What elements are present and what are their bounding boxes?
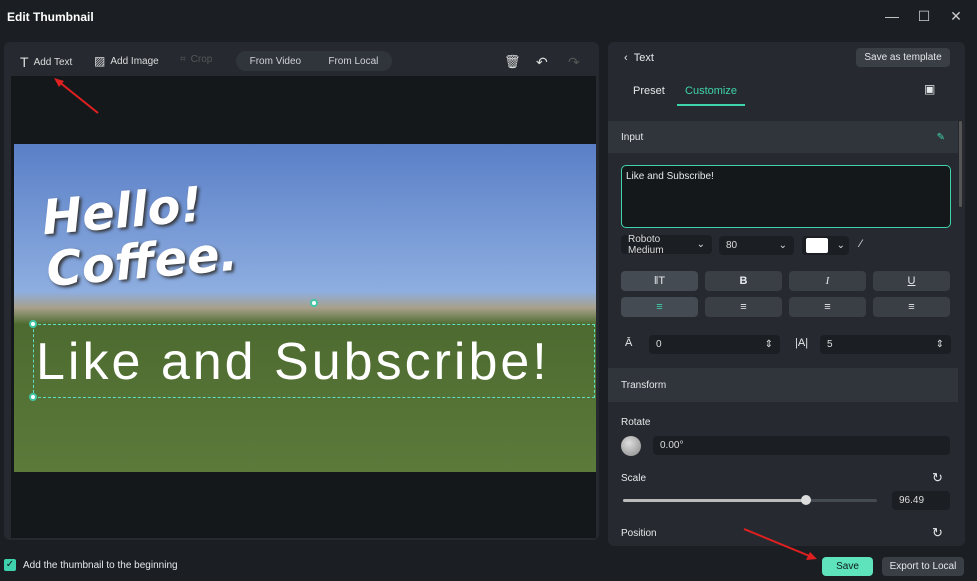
canvas-text-hello[interactable]: Hello! Coffee.	[40, 176, 240, 299]
char-spacing-icon: |A|	[795, 337, 809, 349]
save-preset-icon[interactable]: ▣	[924, 82, 935, 96]
resize-handle[interactable]	[29, 320, 37, 328]
eyedropper-icon[interactable]: ⁄	[860, 238, 862, 250]
checkbox-label: Add the thumbnail to the beginning	[23, 560, 178, 571]
line-spacing-icon: Ā	[625, 337, 633, 349]
maximize-button[interactable]: ☐	[914, 6, 934, 26]
scale-input[interactable]: 96.49	[892, 491, 950, 510]
position-label: Position	[621, 528, 657, 539]
from-local-button[interactable]: From Local	[328, 56, 378, 67]
back-button[interactable]: ‹ Text	[624, 52, 654, 64]
align-right-button[interactable]: ≡	[705, 297, 782, 317]
reset-position-icon[interactable]: ↻	[932, 525, 943, 541]
from-video-button[interactable]: From Video	[250, 56, 302, 67]
annotation-arrow	[743, 528, 817, 560]
input-section-header[interactable]: Input ✎	[608, 121, 958, 153]
bold-button[interactable]: B	[705, 271, 782, 291]
color-select[interactable]: ⌄	[802, 236, 849, 255]
trash-icon[interactable]: 🗑	[504, 54, 521, 70]
close-button[interactable]: ✕	[946, 6, 966, 26]
scrollbar[interactable]	[959, 121, 962, 207]
add-to-beginning-checkbox[interactable]: ✓	[4, 559, 16, 571]
source-toggle: From Video From Local	[236, 51, 392, 71]
ai-pen-icon[interactable]: ✎	[937, 132, 945, 143]
crop-icon: ⌗	[180, 54, 186, 65]
thumbnail-image[interactable]: Hello! Coffee. Like and Subscribe!	[14, 144, 596, 472]
tab-preset[interactable]: Preset	[633, 85, 665, 97]
minimize-button[interactable]: —	[882, 6, 902, 26]
underline-button[interactable]: U	[873, 271, 950, 291]
resize-handle[interactable]	[29, 393, 37, 401]
text-input[interactable]: Like and Subscribe!	[621, 165, 951, 228]
align-justify-button[interactable]: ≡	[873, 297, 950, 317]
align-left-button[interactable]: ≡	[621, 297, 698, 317]
rotate-label: Rotate	[621, 417, 651, 428]
rotate-dial[interactable]	[621, 436, 641, 456]
export-to-local-button[interactable]: Export to Local	[882, 557, 964, 576]
crop-button[interactable]: ⌗ Crop	[180, 54, 212, 65]
scale-label: Scale	[621, 473, 647, 484]
transform-section-header[interactable]: Transform	[608, 368, 958, 402]
image-icon: ▨	[94, 54, 106, 68]
scale-slider[interactable]	[623, 495, 877, 505]
add-image-button[interactable]: ▨ Add Image	[94, 54, 159, 68]
align-center-button[interactable]: ≡	[789, 297, 866, 317]
size-select[interactable]: 80 ⌄	[719, 236, 794, 255]
window-title: Edit Thumbnail	[7, 10, 94, 24]
reset-scale-icon[interactable]: ↻	[932, 470, 943, 486]
rotate-input[interactable]: 0.00°	[653, 436, 950, 455]
properties-panel: ‹ Text Save as template Preset Customize…	[608, 42, 965, 546]
rotate-handle[interactable]	[310, 299, 318, 307]
undo-icon[interactable]: ↶	[536, 54, 548, 71]
annotation-arrow	[54, 78, 99, 114]
font-select[interactable]: Roboto Medium ⌄	[621, 234, 712, 256]
vertical-text-button[interactable]: ‖T	[621, 271, 698, 291]
char-spacing-input[interactable]: 5 ⇕	[820, 335, 951, 354]
save-as-template-button[interactable]: Save as template	[856, 48, 950, 67]
save-button[interactable]: Save	[822, 557, 873, 576]
redo-icon[interactable]: ↷	[568, 54, 580, 71]
canvas-text-like[interactable]: Like and Subscribe!	[36, 332, 550, 392]
line-spacing-input[interactable]: 0 ⇕	[649, 335, 780, 354]
italic-button[interactable]: I	[789, 271, 866, 291]
text-icon: T	[20, 54, 29, 70]
tab-customize[interactable]: Customize	[677, 85, 745, 106]
canvas-stage: Hello! Coffee. Like and Subscribe!	[11, 76, 596, 538]
add-text-button[interactable]: T Add Text	[20, 54, 72, 70]
